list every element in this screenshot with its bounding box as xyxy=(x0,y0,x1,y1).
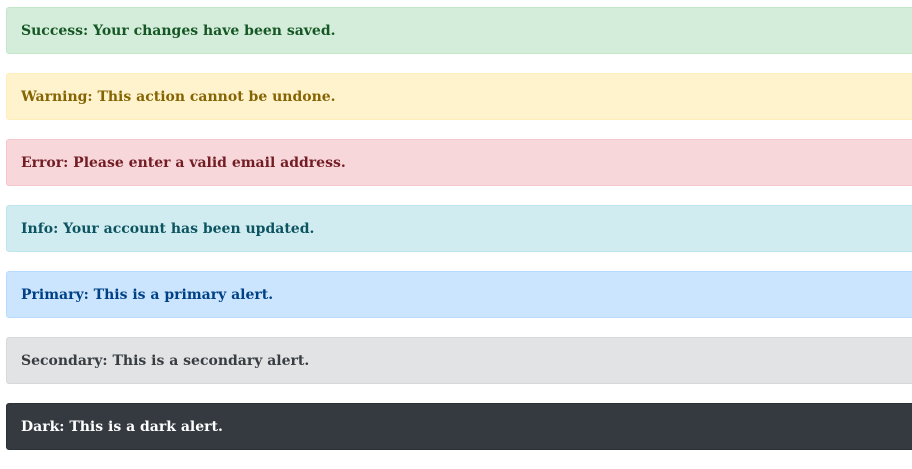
alert-list: Success: Your changes have been saved. W… xyxy=(6,7,912,469)
error-alert-text: Error: Please enter a valid email addres… xyxy=(21,154,346,171)
primary-alert-text: Primary: This is a primary alert. xyxy=(21,286,274,303)
warning-alert-text: Warning: This action cannot be undone. xyxy=(21,88,336,105)
dark-alert-text: Dark: This is a dark alert. xyxy=(21,418,223,435)
info-alert-text: Info: Your account has been updated. xyxy=(21,220,315,237)
secondary-alert: Secondary: This is a secondary alert. xyxy=(6,337,912,384)
info-alert: Info: Your account has been updated. xyxy=(6,205,912,252)
success-alert-text: Success: Your changes have been saved. xyxy=(21,22,336,39)
success-alert: Success: Your changes have been saved. xyxy=(6,7,912,54)
dark-alert: Dark: This is a dark alert. xyxy=(6,403,912,450)
primary-alert: Primary: This is a primary alert. xyxy=(6,271,912,318)
error-alert: Error: Please enter a valid email addres… xyxy=(6,139,912,186)
warning-alert: Warning: This action cannot be undone. xyxy=(6,73,912,120)
secondary-alert-text: Secondary: This is a secondary alert. xyxy=(21,352,310,369)
